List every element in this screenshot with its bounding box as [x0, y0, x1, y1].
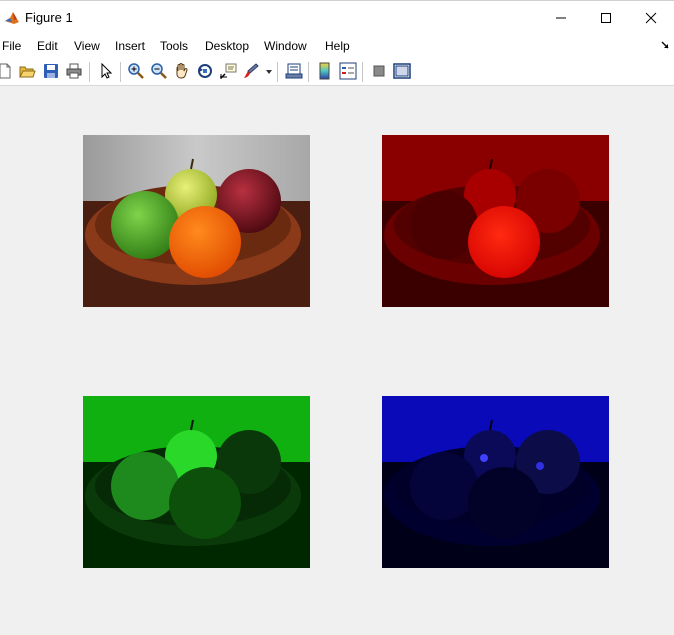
- matlab-logo-icon: [4, 10, 20, 26]
- menu-bar: File Edit View Insert Tools Desktop Wind…: [0, 34, 674, 58]
- minimize-icon: [556, 17, 566, 19]
- chevron-down-icon[interactable]: [266, 70, 272, 74]
- figure-window: Figure 1 File Edit View Insert Tools Des…: [0, 0, 674, 635]
- axes-blue-channel[interactable]: [382, 396, 609, 568]
- figure-toolbar: [0, 58, 674, 86]
- toolbar-separator: [120, 62, 121, 82]
- save-icon[interactable]: [42, 62, 60, 80]
- new-figure-icon[interactable]: [0, 62, 14, 80]
- toolbar-separator: [308, 62, 309, 82]
- maximize-button[interactable]: [583, 1, 629, 35]
- hide-plot-tools-icon[interactable]: [370, 62, 388, 80]
- zoom-in-icon[interactable]: [127, 62, 145, 80]
- brush-icon[interactable]: [242, 62, 260, 80]
- print-icon[interactable]: [65, 62, 83, 80]
- menu-tools[interactable]: Tools: [160, 39, 188, 53]
- axes-green-channel[interactable]: [83, 396, 310, 568]
- menu-window[interactable]: Window: [264, 39, 307, 53]
- fruit-bowl-blue-channel-image: [382, 396, 609, 568]
- toolbar-separator: [89, 62, 90, 82]
- legend-icon[interactable]: [339, 62, 357, 80]
- close-button[interactable]: [628, 1, 674, 35]
- fruit-bowl-color-image: [83, 135, 310, 307]
- menu-desktop[interactable]: Desktop: [205, 39, 249, 53]
- toolbar-separator: [362, 62, 363, 82]
- menu-file[interactable]: File: [2, 39, 21, 53]
- dock-arrow-icon[interactable]: [661, 41, 670, 50]
- menu-edit[interactable]: Edit: [37, 39, 58, 53]
- zoom-out-icon[interactable]: [150, 62, 168, 80]
- pan-hand-icon[interactable]: [173, 62, 191, 80]
- colorbar-icon[interactable]: [316, 62, 334, 80]
- link-plot-icon[interactable]: [285, 62, 303, 80]
- close-icon: [645, 12, 657, 24]
- window-title: Figure 1: [25, 10, 73, 25]
- data-cursor-icon[interactable]: [219, 62, 237, 80]
- toolbar-separator: [277, 62, 278, 82]
- open-file-icon[interactable]: [18, 62, 36, 80]
- rotate-3d-icon[interactable]: [196, 62, 214, 80]
- axes-rgb-image[interactable]: [83, 135, 310, 307]
- pointer-icon[interactable]: [97, 62, 115, 80]
- fruit-bowl-green-channel-image: [83, 396, 310, 568]
- maximize-icon: [601, 13, 611, 23]
- fruit-bowl-red-channel-image: [382, 135, 609, 307]
- menu-insert[interactable]: Insert: [115, 39, 145, 53]
- axes-red-channel[interactable]: [382, 135, 609, 307]
- menu-view[interactable]: View: [74, 39, 100, 53]
- show-plot-tools-icon[interactable]: [393, 62, 411, 80]
- menu-help[interactable]: Help: [325, 39, 350, 53]
- minimize-button[interactable]: [538, 1, 584, 35]
- title-bar: Figure 1: [0, 0, 674, 34]
